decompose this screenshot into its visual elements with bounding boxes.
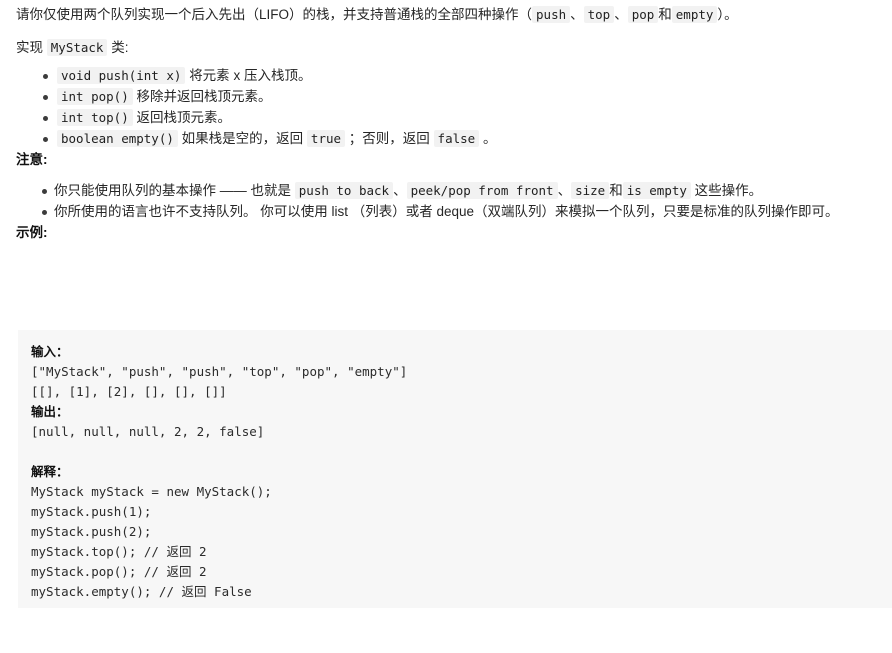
implement-paragraph: 实现 MyStack 类: bbox=[0, 27, 892, 60]
inline-code-peek-pop-from-front: peek/pop from front bbox=[406, 182, 558, 199]
note-separator-2: 、 bbox=[557, 183, 572, 198]
inline-code-top: top bbox=[583, 6, 615, 23]
list-item: 你只能使用队列的基本操作 —— 也就是 push to back、 peek/po… bbox=[42, 181, 876, 201]
inline-code-signature: int pop() bbox=[57, 88, 133, 105]
inline-code-push-to-back: push to back bbox=[294, 182, 394, 199]
intro-separator-3: 和 bbox=[658, 7, 672, 22]
list-item: void push(int x) 将元素 x 压入栈顶。 bbox=[43, 66, 876, 86]
intro-text-after: ）。 bbox=[717, 7, 738, 22]
method-description: 将元素 x 压入栈顶。 bbox=[189, 68, 312, 83]
inline-code-is-empty: is empty bbox=[622, 182, 691, 199]
method-description: 返回栈顶元素。 bbox=[136, 110, 232, 125]
input-line: ["MyStack", "push", "push", "top", "pop"… bbox=[31, 364, 408, 379]
implement-prefix: 实现 bbox=[16, 40, 47, 55]
explain-line: myStack.empty(); // 返回 False bbox=[31, 584, 252, 599]
method-description-part1: 如果栈是空的，返回 bbox=[181, 131, 307, 146]
note-separator-3: 和 bbox=[609, 183, 623, 198]
inline-code-mystack: MyStack bbox=[46, 39, 108, 56]
inline-code-empty: empty bbox=[671, 6, 718, 23]
method-description-part3: 。 bbox=[479, 131, 497, 146]
inline-code-pop: pop bbox=[627, 6, 659, 23]
note-list: 你只能使用队列的基本操作 —— 也就是 push to back、 peek/po… bbox=[0, 181, 892, 222]
note-separator-1: 、 bbox=[393, 183, 407, 198]
input-label: 输入： bbox=[31, 344, 69, 359]
output-label: 输出： bbox=[31, 404, 69, 419]
inline-code-signature: void push(int x) bbox=[57, 67, 186, 84]
list-item: 你所使用的语言也许不支持队列。 你可以使用 list （列表）或者 deque（… bbox=[42, 202, 876, 222]
inline-code-signature: int top() bbox=[57, 109, 133, 126]
example-heading: 示例: bbox=[16, 225, 48, 240]
explain-line: myStack.push(1); bbox=[31, 504, 152, 519]
note-text-before: 你只能使用队列的基本操作 —— 也就是 bbox=[54, 183, 295, 198]
inline-code-size: size bbox=[571, 182, 610, 199]
method-list: void push(int x) 将元素 x 压入栈顶。 int pop() 移… bbox=[0, 66, 892, 149]
list-item: int pop() 移除并返回栈顶元素。 bbox=[43, 87, 876, 107]
list-item: boolean empty() 如果栈是空的，返回 true ；否则，返回 fa… bbox=[43, 129, 876, 149]
inline-code-false: false bbox=[433, 130, 480, 147]
intro-text-before: 请你仅使用两个队列实现一个后入先出（LIFO）的栈，并支持普通栈的全部四种操作（ bbox=[16, 7, 533, 22]
explain-line: myStack.pop(); // 返回 2 bbox=[31, 564, 207, 579]
note-heading: 注意: bbox=[16, 152, 48, 167]
intro-separator-1: 、 bbox=[570, 7, 584, 22]
output-line: [null, null, null, 2, 2, false] bbox=[31, 424, 265, 439]
code-spacer bbox=[31, 442, 892, 462]
inline-code-signature: boolean empty() bbox=[57, 130, 178, 147]
list-item: int top() 返回栈顶元素。 bbox=[43, 108, 876, 128]
intro-separator-2: 、 bbox=[614, 7, 628, 22]
note-text-after: 这些操作。 bbox=[690, 183, 763, 198]
explain-label: 解释： bbox=[31, 464, 69, 479]
inline-code-push: push bbox=[532, 6, 571, 23]
input-line: [[], [1], [2], [], [], []] bbox=[31, 384, 227, 399]
intro-paragraph: 请你仅使用两个队列实现一个后入先出（LIFO）的栈，并支持普通栈的全部四种操作（… bbox=[0, 0, 892, 27]
example-code-block: 输入： ["MyStack", "push", "push", "top", "… bbox=[18, 330, 892, 608]
method-description-part2: ；否则，返回 bbox=[345, 131, 434, 146]
implement-suffix: 类: bbox=[107, 40, 129, 55]
method-description: 移除并返回栈顶元素。 bbox=[136, 89, 272, 104]
inline-code-true: true bbox=[306, 130, 346, 147]
explain-line: MyStack myStack = new MyStack(); bbox=[31, 484, 272, 499]
explain-line: myStack.push(2); bbox=[31, 524, 152, 539]
explain-line: myStack.top(); // 返回 2 bbox=[31, 544, 207, 559]
problem-description-page: 请你仅使用两个队列实现一个后入先出（LIFO）的栈，并支持普通栈的全部四种操作（… bbox=[0, 0, 892, 653]
